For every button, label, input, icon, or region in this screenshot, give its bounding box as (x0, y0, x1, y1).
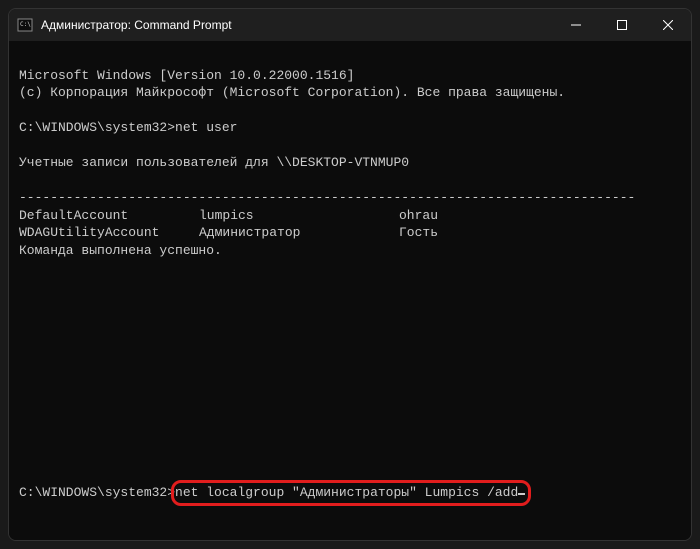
command-prompt-window: C:\ Администратор: Command Prompt Micros… (8, 8, 692, 541)
success-message: Команда выполнена успешно. (19, 243, 222, 258)
terminal-output: Microsoft Windows [Version 10.0.22000.15… (19, 49, 681, 277)
version-line: Microsoft Windows [Version 10.0.22000.15… (19, 68, 354, 83)
command-text: net user (175, 120, 237, 135)
user-cell: lumpics (199, 207, 399, 225)
separator-line: ----------------------------------------… (19, 190, 635, 205)
window-title: Администратор: Command Prompt (41, 18, 553, 32)
window-controls (553, 9, 691, 41)
close-button[interactable] (645, 9, 691, 41)
minimize-button[interactable] (553, 9, 599, 41)
highlighted-command: net localgroup "Администраторы" Lumpics … (175, 484, 525, 502)
text-cursor (518, 493, 525, 495)
user-cell: DefaultAccount (19, 207, 199, 225)
user-cell: Гость (399, 224, 438, 242)
svg-text:C:\: C:\ (20, 21, 31, 28)
user-cell: ohrau (399, 207, 438, 225)
user-cell: Администратор (199, 224, 399, 242)
current-input-line: C:\WINDOWS\system32>net localgroup "Адми… (19, 480, 681, 532)
maximize-button[interactable] (599, 9, 645, 41)
titlebar[interactable]: C:\ Администратор: Command Prompt (9, 9, 691, 41)
copyright-line: (c) Корпорация Майкрософт (Microsoft Cor… (19, 85, 565, 100)
cmd-icon: C:\ (17, 17, 33, 33)
users-heading: Учетные записи пользователей для \\DESKT… (19, 155, 409, 170)
terminal-area[interactable]: Microsoft Windows [Version 10.0.22000.15… (9, 41, 691, 540)
prompt: C:\WINDOWS\system32> (19, 120, 175, 135)
terminal-spacer (19, 277, 681, 480)
command-text: net localgroup "Администраторы" Lumpics … (175, 485, 518, 500)
user-cell: WDAGUtilityAccount (19, 224, 199, 242)
prompt: C:\WINDOWS\system32> (19, 485, 175, 500)
